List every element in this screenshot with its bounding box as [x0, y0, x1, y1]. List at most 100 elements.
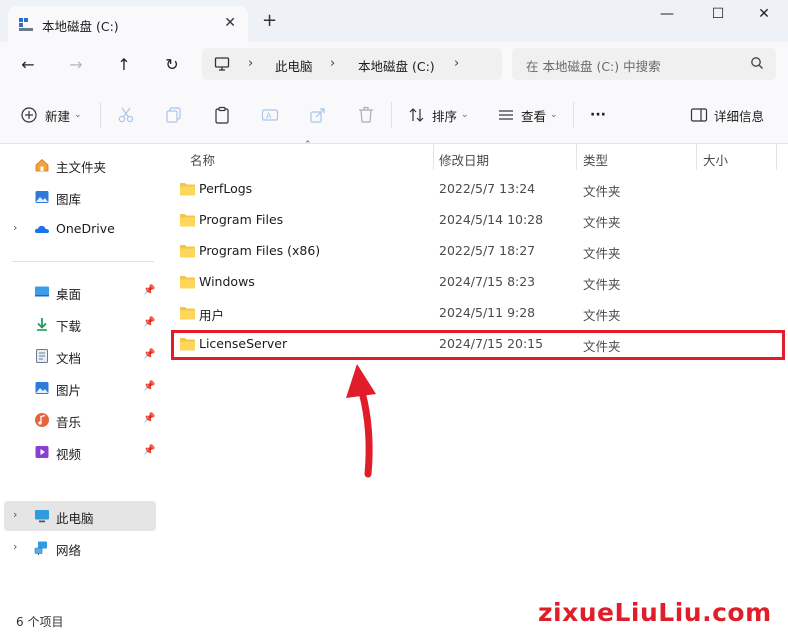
tab-close-icon[interactable]: ✕: [224, 15, 236, 31]
column-header-size[interactable]: 大小: [703, 150, 728, 169]
folder-icon: [180, 214, 195, 227]
pin-icon[interactable]: 📌: [143, 349, 155, 360]
navigation-pane: 主文件夹 图库 › OneDrive 桌面 📌 下载 📌 文档 📌 图片 📌 音…: [0, 144, 166, 606]
address-bar[interactable]: › 此电脑 › 本地磁盘 (C:) ›: [202, 48, 502, 80]
download-icon: [37, 318, 47, 331]
new-tab-button[interactable]: +: [262, 12, 277, 30]
sidebar-item-network[interactable]: › 网络: [4, 533, 156, 563]
delete-icon[interactable]: [357, 106, 375, 124]
sidebar-item-label: 主文件夹: [56, 160, 107, 175]
desktop-icon: [35, 286, 49, 297]
pin-icon[interactable]: 📌: [143, 285, 155, 296]
new-button[interactable]: 新建 ⌄: [20, 104, 82, 126]
breadcrumb-chevron-icon[interactable]: ›: [248, 56, 253, 71]
table-row[interactable]: Windows 2024/7/15 8:23 文件夹: [172, 267, 782, 297]
breadcrumb-this-pc[interactable]: 此电脑: [275, 56, 313, 75]
chevron-right-icon[interactable]: ›: [13, 221, 17, 234]
item-count: 6 个项目: [16, 615, 64, 629]
pin-icon[interactable]: 📌: [143, 413, 155, 424]
sidebar-item-label: 此电脑: [56, 511, 94, 526]
breadcrumb-chevron-icon[interactable]: ›: [330, 56, 335, 71]
sidebar-item-pictures[interactable]: 图片 📌: [4, 373, 156, 403]
file-modified: 2024/7/15 20:15: [439, 336, 544, 351]
file-type: 文件夹: [583, 246, 621, 261]
sidebar-item-videos[interactable]: 视频 📌: [4, 437, 156, 467]
table-row[interactable]: Program Files 2024/5/14 10:28 文件夹: [172, 205, 782, 235]
column-header-name[interactable]: 名称: [190, 150, 215, 169]
back-arrow-icon[interactable]: ←: [17, 54, 39, 76]
table-row[interactable]: 用户 2024/5/11 9:28 文件夹: [172, 298, 782, 328]
drive-icon: [19, 18, 33, 31]
paste-icon[interactable]: [213, 106, 231, 124]
file-type: 文件夹: [583, 277, 621, 292]
pictures-icon: [35, 382, 49, 394]
cut-icon[interactable]: [117, 106, 135, 124]
music-icon: [35, 413, 49, 427]
chevron-right-icon[interactable]: ›: [13, 540, 17, 553]
folder-icon: [180, 338, 195, 351]
more-options-button[interactable]: ···: [590, 104, 606, 126]
active-tab[interactable]: 本地磁盘 (C:) ✕: [8, 6, 248, 42]
sidebar-item-label: 音乐: [56, 415, 82, 430]
sidebar-item-label: 下载: [56, 319, 82, 334]
folder-icon: [180, 245, 195, 258]
column-divider[interactable]: [696, 144, 697, 170]
sidebar-item-label: 文档: [56, 351, 82, 366]
file-name: Program Files (x86): [199, 243, 321, 258]
copy-icon[interactable]: [165, 106, 183, 124]
sidebar-item-label: 视频: [56, 447, 82, 462]
search-input[interactable]: 在 本地磁盘 (C:) 中搜索: [512, 48, 776, 80]
table-row[interactable]: PerfLogs 2022/5/7 13:24 文件夹: [172, 174, 782, 204]
toolbar-divider: [391, 102, 392, 128]
sort-button[interactable]: 排序 ⌄: [408, 104, 469, 126]
details-pane-icon: [690, 108, 708, 122]
file-list: ⌃ 名称 修改日期 类型 大小 PerfLogs 2022/5/7 13:24 …: [166, 140, 788, 606]
sort-button-label: 排序: [432, 108, 458, 124]
up-arrow-icon[interactable]: ↑: [113, 54, 135, 76]
table-row[interactable]: LicenseServer 2024/7/15 20:15 文件夹: [172, 329, 782, 359]
sidebar-item-downloads[interactable]: 下载 📌: [4, 309, 156, 339]
sort-ascending-icon: ⌃: [304, 140, 312, 150]
file-name: PerfLogs: [199, 181, 253, 196]
column-header-type[interactable]: 类型: [583, 150, 608, 169]
refresh-icon[interactable]: ↻: [161, 54, 183, 76]
view-button-label: 查看: [521, 108, 547, 124]
sidebar-item-desktop[interactable]: 桌面 📌: [4, 277, 156, 307]
sidebar-item-this-pc[interactable]: › 此电脑: [4, 501, 156, 531]
sidebar-item-label: 网络: [56, 543, 82, 558]
column-divider[interactable]: [576, 144, 577, 170]
forward-arrow-icon[interactable]: →: [65, 54, 87, 76]
view-button[interactable]: 查看 ⌄: [497, 104, 558, 126]
chevron-down-icon: ⌄: [550, 110, 558, 120]
pin-icon[interactable]: 📌: [143, 381, 155, 392]
pc-icon: [214, 57, 230, 71]
home-icon: [35, 158, 49, 172]
close-window-button[interactable]: ✕: [749, 6, 779, 22]
sidebar-item-onedrive[interactable]: › OneDrive: [4, 214, 156, 244]
sidebar-item-home[interactable]: 主文件夹: [4, 150, 156, 180]
pin-icon[interactable]: 📌: [143, 445, 155, 456]
minimize-button[interactable]: —: [652, 6, 682, 22]
sidebar-item-documents[interactable]: 文档 📌: [4, 341, 156, 371]
chevron-right-icon[interactable]: ›: [13, 508, 17, 521]
maximize-button[interactable]: ☐: [703, 6, 733, 22]
table-row[interactable]: Program Files (x86) 2022/5/7 18:27 文件夹: [172, 236, 782, 266]
title-bar: 本地磁盘 (C:) ✕ + — ☐ ✕: [0, 0, 788, 42]
onedrive-icon: [34, 225, 49, 233]
share-icon[interactable]: [309, 106, 327, 124]
chevron-down-icon: ⌄: [74, 110, 82, 120]
details-pane-button[interactable]: 详细信息: [690, 104, 764, 126]
breadcrumb-chevron-icon[interactable]: ›: [454, 56, 459, 71]
sidebar-item-gallery[interactable]: 图库: [4, 182, 156, 212]
gallery-icon: [35, 191, 49, 203]
column-divider[interactable]: [433, 144, 434, 170]
new-button-label: 新建: [45, 108, 71, 124]
sidebar-item-music[interactable]: 音乐 📌: [4, 405, 156, 435]
rename-icon[interactable]: A: [261, 106, 279, 124]
column-divider[interactable]: [776, 144, 777, 170]
pin-icon[interactable]: 📌: [143, 317, 155, 328]
file-modified: 2024/5/11 9:28: [439, 305, 536, 320]
column-header-modified[interactable]: 修改日期: [439, 150, 489, 169]
file-type: 文件夹: [583, 184, 621, 199]
breadcrumb-c-drive[interactable]: 本地磁盘 (C:): [358, 56, 435, 75]
